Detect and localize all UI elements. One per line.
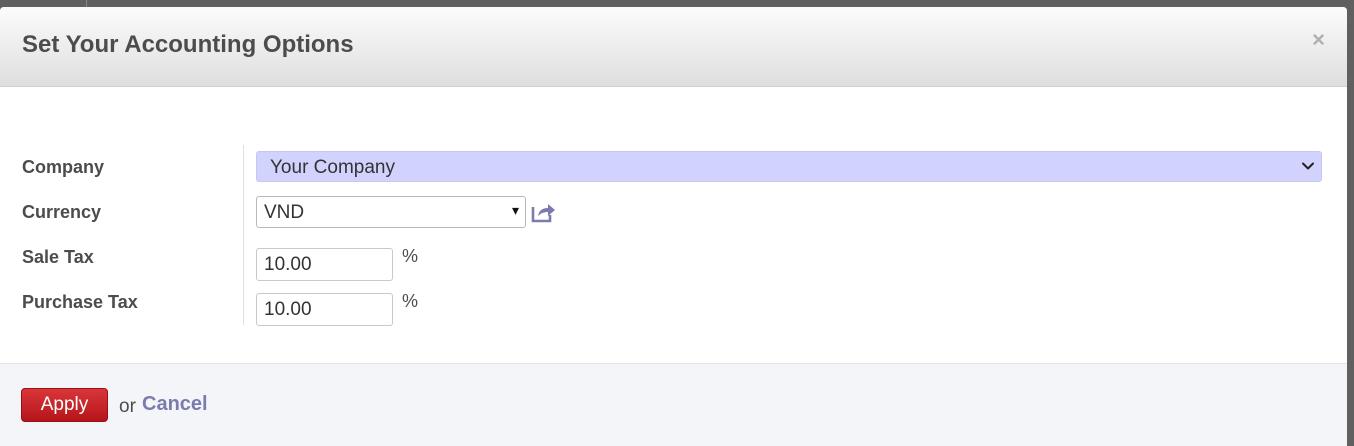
accounting-form: Company Currency Sale Tax Purchase Tax Y… [0, 87, 1347, 363]
purchase-tax-label: Purchase Tax [22, 292, 138, 312]
dialog-title: Set Your Accounting Options [22, 31, 354, 58]
purchase-tax-value: 10.00 [264, 299, 312, 320]
company-select-value: Your Company [270, 157, 395, 178]
sale-tax-value: 10.00 [264, 254, 312, 275]
currency-label: Currency [22, 202, 102, 222]
purchase-tax-input[interactable]: 10.00 [256, 293, 393, 326]
company-label: Company [22, 157, 105, 177]
purchase-tax-unit: % [402, 291, 419, 311]
sale-tax-unit: % [402, 246, 419, 266]
sale-tax-label: Sale Tax [22, 247, 94, 267]
currency-select[interactable]: VND ▾ [256, 196, 526, 228]
close-icon[interactable]: × [1312, 29, 1325, 51]
dropdown-arrow-icon: ▾ [511, 202, 519, 218]
currency-select-value: VND [264, 202, 305, 223]
dialog-header: Set Your Accounting Options × [0, 7, 1347, 87]
dialog-footer: Apply or Cancel [0, 363, 1347, 446]
apply-button[interactable]: Apply [21, 388, 108, 422]
chevron-down-icon [1302, 162, 1314, 170]
cancel-link[interactable]: Cancel [142, 393, 208, 416]
sale-tax-input[interactable]: 10.00 [256, 248, 393, 281]
external-link-icon[interactable] [530, 200, 557, 224]
form-divider [243, 145, 244, 325]
or-text: or [119, 396, 136, 417]
company-select[interactable]: Your Company [256, 151, 1322, 182]
accounting-options-dialog: Set Your Accounting Options × Company Cu… [0, 7, 1347, 446]
